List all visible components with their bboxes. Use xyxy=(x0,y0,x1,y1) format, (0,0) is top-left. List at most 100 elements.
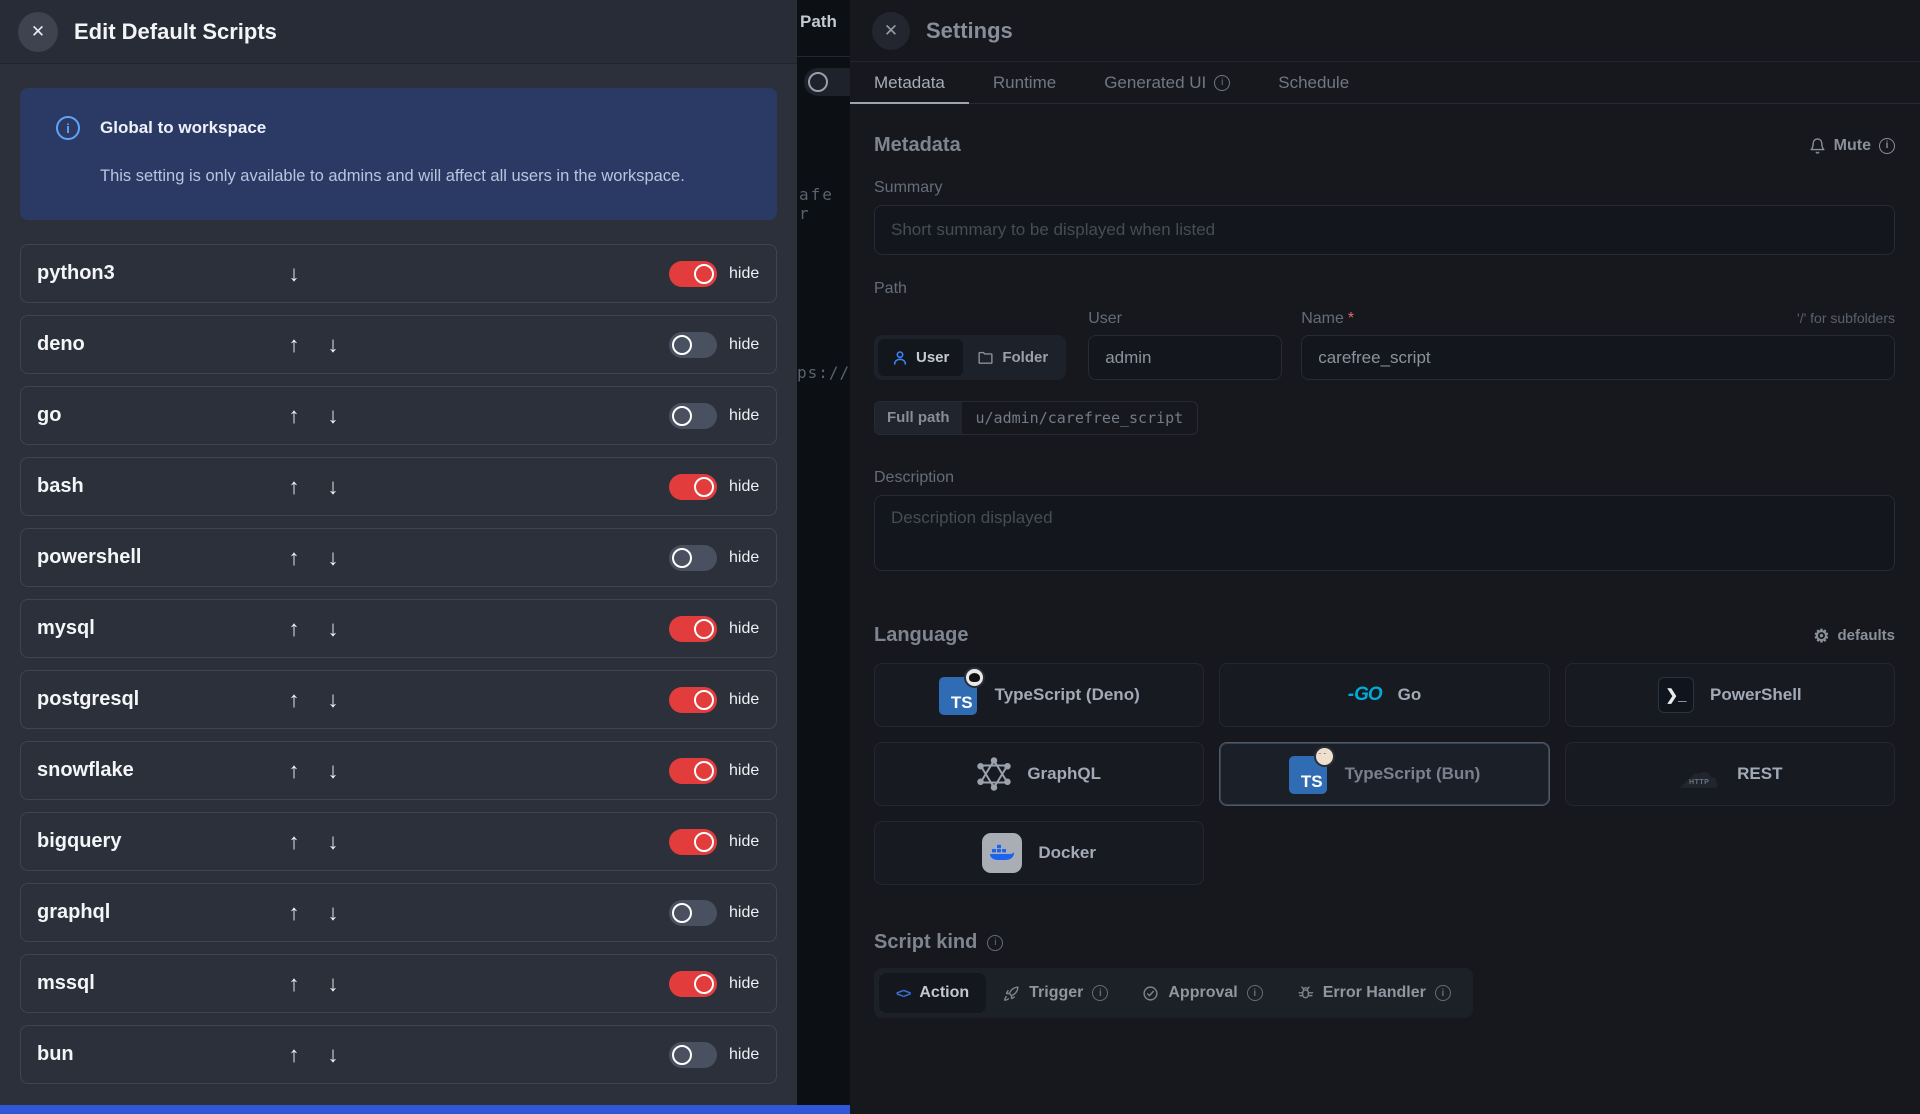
move-down-button[interactable]: ↓ xyxy=(281,261,307,287)
hide-toggle[interactable] xyxy=(669,686,717,713)
owner-option-folder[interactable]: Folder xyxy=(963,339,1062,376)
move-down-button[interactable]: ↓ xyxy=(320,971,346,997)
move-up-button[interactable]: ↑ xyxy=(281,1042,307,1068)
name-input[interactable] xyxy=(1301,335,1895,380)
move-up-button[interactable]: ↑ xyxy=(281,403,307,429)
hide-toggle[interactable] xyxy=(669,970,717,997)
toggle-knob xyxy=(694,973,714,994)
hide-toggle-label: hide xyxy=(729,406,760,424)
owner-option-user[interactable]: User xyxy=(878,339,964,376)
default-script-row-powershell: powershell ↑ ↓ hide xyxy=(20,528,777,587)
toggle-knob xyxy=(672,405,692,426)
hide-toggle[interactable] xyxy=(669,402,717,429)
move-down-button[interactable]: ↓ xyxy=(320,1042,346,1068)
move-up-button[interactable]: ↑ xyxy=(281,829,307,855)
metadata-heading: Metadata xyxy=(874,134,961,156)
script-kind-action[interactable]: <> Action xyxy=(879,973,987,1013)
hide-toggle[interactable] xyxy=(669,828,717,855)
hide-toggle[interactable] xyxy=(669,615,717,642)
move-down-button[interactable]: ↓ xyxy=(320,758,346,784)
kind-info-icon: i xyxy=(1092,985,1109,1001)
move-down-button[interactable]: ↓ xyxy=(320,829,346,855)
owner-kind-toggle: User Folder xyxy=(874,335,1067,380)
tab-runtime[interactable]: Runtime xyxy=(969,62,1080,103)
name-label: Name * xyxy=(1301,310,1355,327)
hide-toggle-label: hide xyxy=(729,974,760,992)
move-up-button[interactable]: ↑ xyxy=(281,332,307,358)
path-heading: Path xyxy=(874,280,907,297)
move-down-button[interactable]: ↓ xyxy=(320,687,346,713)
language-option-go[interactable]: GO Go xyxy=(1219,663,1550,727)
close-icon[interactable]: ✕ xyxy=(18,11,58,52)
tab-metadata[interactable]: Metadata xyxy=(850,62,969,104)
language-option-rest[interactable]: ☁ HTTP REST xyxy=(1564,742,1895,806)
background-code-fragment: afe r xyxy=(799,185,834,223)
tab-schedule[interactable]: Schedule xyxy=(1254,62,1373,103)
hide-toggle[interactable] xyxy=(669,899,717,926)
hide-toggle-label: hide xyxy=(729,690,760,708)
move-up-button[interactable]: ↑ xyxy=(281,616,307,642)
script-language-label: mysql xyxy=(37,617,95,639)
move-down-button[interactable]: ↓ xyxy=(320,900,346,926)
user-input[interactable] xyxy=(1088,335,1283,380)
close-icon[interactable]: ✕ xyxy=(872,11,910,50)
mute-button[interactable]: Mute i xyxy=(1809,137,1895,155)
defaults-button[interactable]: ⚙ defaults xyxy=(1813,627,1895,645)
hide-toggle[interactable] xyxy=(669,473,717,500)
default-script-row-postgresql: postgresql ↑ ↓ hide xyxy=(20,670,777,729)
language-grid: TS TypeScript (Deno) GO Go ❯_ PowerShell Graph… xyxy=(874,663,1895,885)
language-option-powershell[interactable]: ❯_ PowerShell xyxy=(1564,663,1895,727)
script-kind-info-icon: i xyxy=(987,934,1004,951)
drawer-title: Edit Default Scripts xyxy=(74,18,277,44)
move-up-button[interactable]: ↑ xyxy=(281,687,307,713)
script-kind-error-handler[interactable]: Error Handler i xyxy=(1280,973,1468,1013)
tab-info-icon: i xyxy=(1214,74,1231,91)
kind-info-icon: i xyxy=(1246,985,1263,1001)
bug-icon xyxy=(1298,985,1314,998)
summary-input[interactable] xyxy=(874,205,1895,255)
description-label: Description xyxy=(874,469,955,486)
script-language-label: powershell xyxy=(37,546,142,568)
hide-toggle-label: hide xyxy=(729,335,760,353)
hide-toggle[interactable] xyxy=(669,331,717,358)
move-down-button[interactable]: ↓ xyxy=(320,332,346,358)
language-option-graphql[interactable]: GraphQL xyxy=(874,742,1205,806)
move-down-button[interactable]: ↓ xyxy=(320,616,346,642)
move-up-button[interactable]: ↑ xyxy=(281,758,307,784)
language-option-docker[interactable]: Docker xyxy=(874,821,1205,885)
user-icon xyxy=(893,350,907,365)
description-textarea[interactable] xyxy=(874,495,1895,571)
kind-info-icon: i xyxy=(1434,985,1451,1001)
gear-icon: ⚙ xyxy=(1813,625,1830,646)
move-down-button[interactable]: ↓ xyxy=(320,403,346,429)
script-kind-approval[interactable]: Approval i xyxy=(1125,973,1279,1013)
language-option-typescript-bun-[interactable]: TS TypeScript (Bun) xyxy=(1219,742,1550,806)
default-script-row-deno: deno ↑ ↓ hide xyxy=(20,315,777,374)
go-icon: GO xyxy=(1348,684,1383,706)
toggle-knob xyxy=(694,831,714,852)
tab-generated-ui[interactable]: Generated UI i xyxy=(1080,62,1254,103)
hide-toggle-label: hide xyxy=(729,264,760,282)
hide-toggle-label: hide xyxy=(729,477,760,495)
hide-toggle-label: hide xyxy=(729,548,760,566)
default-script-row-graphql: graphql ↑ ↓ hide xyxy=(20,883,777,942)
move-up-button[interactable]: ↑ xyxy=(281,474,307,500)
settings-title: Settings xyxy=(926,17,1013,43)
hide-toggle[interactable] xyxy=(669,1041,717,1068)
hide-toggle[interactable] xyxy=(669,260,717,287)
background-toggle[interactable] xyxy=(804,68,850,96)
default-script-row-bun: bun ↑ ↓ hide xyxy=(20,1025,777,1084)
move-up-button[interactable]: ↑ xyxy=(281,545,307,571)
language-option-label: REST xyxy=(1737,764,1783,783)
script-kind-trigger[interactable]: Trigger i xyxy=(986,973,1125,1013)
code-icon: <> xyxy=(896,985,911,1001)
language-option-typescript-deno-[interactable]: TS TypeScript (Deno) xyxy=(874,663,1205,727)
move-down-button[interactable]: ↓ xyxy=(320,474,346,500)
hide-toggle[interactable] xyxy=(669,544,717,571)
toggle-knob xyxy=(694,263,714,284)
move-up-button[interactable]: ↑ xyxy=(281,971,307,997)
hide-toggle[interactable] xyxy=(669,757,717,784)
move-up-button[interactable]: ↑ xyxy=(281,900,307,926)
bottom-accent-bar xyxy=(0,1105,850,1114)
move-down-button[interactable]: ↓ xyxy=(320,545,346,571)
